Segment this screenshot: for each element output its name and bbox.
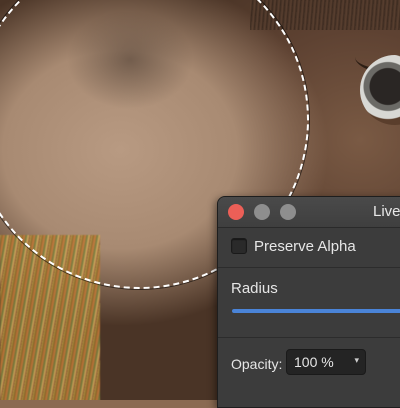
minimize-window-icon[interactable] — [254, 204, 270, 220]
panel-title: Live — [373, 203, 400, 220]
maximize-window-icon[interactable] — [280, 204, 296, 220]
radius-label: Radius — [231, 280, 278, 297]
opacity-select[interactable]: 100 % ▾ — [286, 349, 366, 375]
preserve-alpha-label: Preserve Alpha — [254, 237, 356, 255]
panel-titlebar[interactable]: Live — [218, 197, 400, 228]
divider — [218, 337, 400, 338]
chevron-down-icon: ▾ — [354, 355, 359, 365]
opacity-label: Opacity: — [231, 356, 283, 372]
live-filter-panel: Live Preserve Alpha Radius Opacity: 100 … — [217, 196, 400, 408]
divider — [218, 267, 400, 268]
preserve-alpha-checkbox[interactable] — [231, 238, 247, 254]
radius-slider-fill — [232, 309, 400, 313]
preserve-alpha-row[interactable]: Preserve Alpha — [231, 237, 356, 255]
opacity-value: 100 % — [294, 354, 334, 370]
radius-slider[interactable] — [232, 309, 400, 313]
close-window-icon[interactable] — [228, 204, 244, 220]
